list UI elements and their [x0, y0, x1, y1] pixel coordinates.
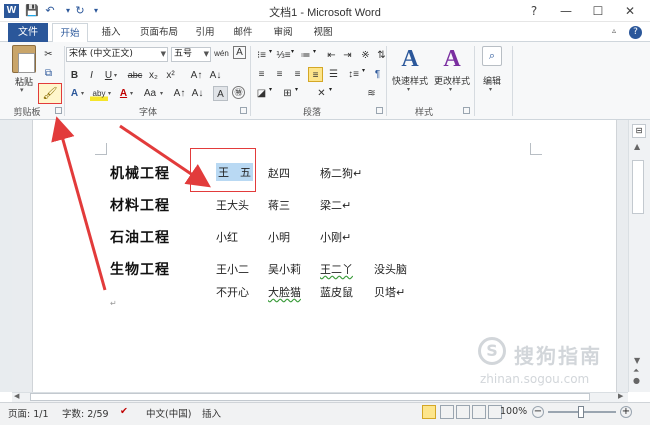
ruler-toggle-icon[interactable]: ⊟ — [632, 124, 646, 138]
arrow-to-selection — [119, 124, 211, 188]
proofing-icon[interactable]: ✔ — [120, 406, 128, 417]
outline-view-icon[interactable] — [472, 405, 486, 419]
scroll-up-icon[interactable]: ▲ — [634, 142, 640, 151]
zoom-in-button[interactable]: + — [620, 406, 632, 418]
scroll-down-icon[interactable]: ▼ — [634, 356, 640, 365]
scroll-left-icon[interactable]: ◀ — [14, 392, 19, 400]
watermark-brand: 搜狗指南 — [514, 344, 602, 368]
page-count[interactable]: 页面: 1/1 — [8, 406, 49, 420]
scroll-right-icon[interactable]: ▶ — [618, 392, 623, 400]
watermark-url: zhinan.sogou.com — [480, 372, 590, 386]
previous-page-icon[interactable]: ⏶ — [633, 366, 639, 376]
word-count[interactable]: 字数: 2/59 — [62, 406, 109, 420]
zoom-level[interactable]: 100% — [500, 406, 527, 417]
browse-object-icon[interactable]: ● — [633, 376, 640, 385]
fullscreen-reading-view-icon[interactable] — [440, 405, 454, 419]
arrow-to-format-painter — [51, 116, 107, 291]
vertical-scroll-thumb[interactable] — [632, 160, 644, 214]
web-layout-view-icon[interactable] — [456, 405, 470, 419]
horizontal-scroll-thumb[interactable] — [30, 393, 590, 401]
zoom-out-button[interactable]: − — [532, 406, 544, 418]
insert-mode[interactable]: 插入 — [202, 406, 221, 420]
language-status[interactable]: 中文(中国) — [146, 406, 191, 420]
print-layout-view-icon[interactable] — [422, 405, 436, 419]
zoom-slider-thumb[interactable] — [578, 406, 584, 418]
watermark-logo-icon: S — [478, 337, 506, 365]
